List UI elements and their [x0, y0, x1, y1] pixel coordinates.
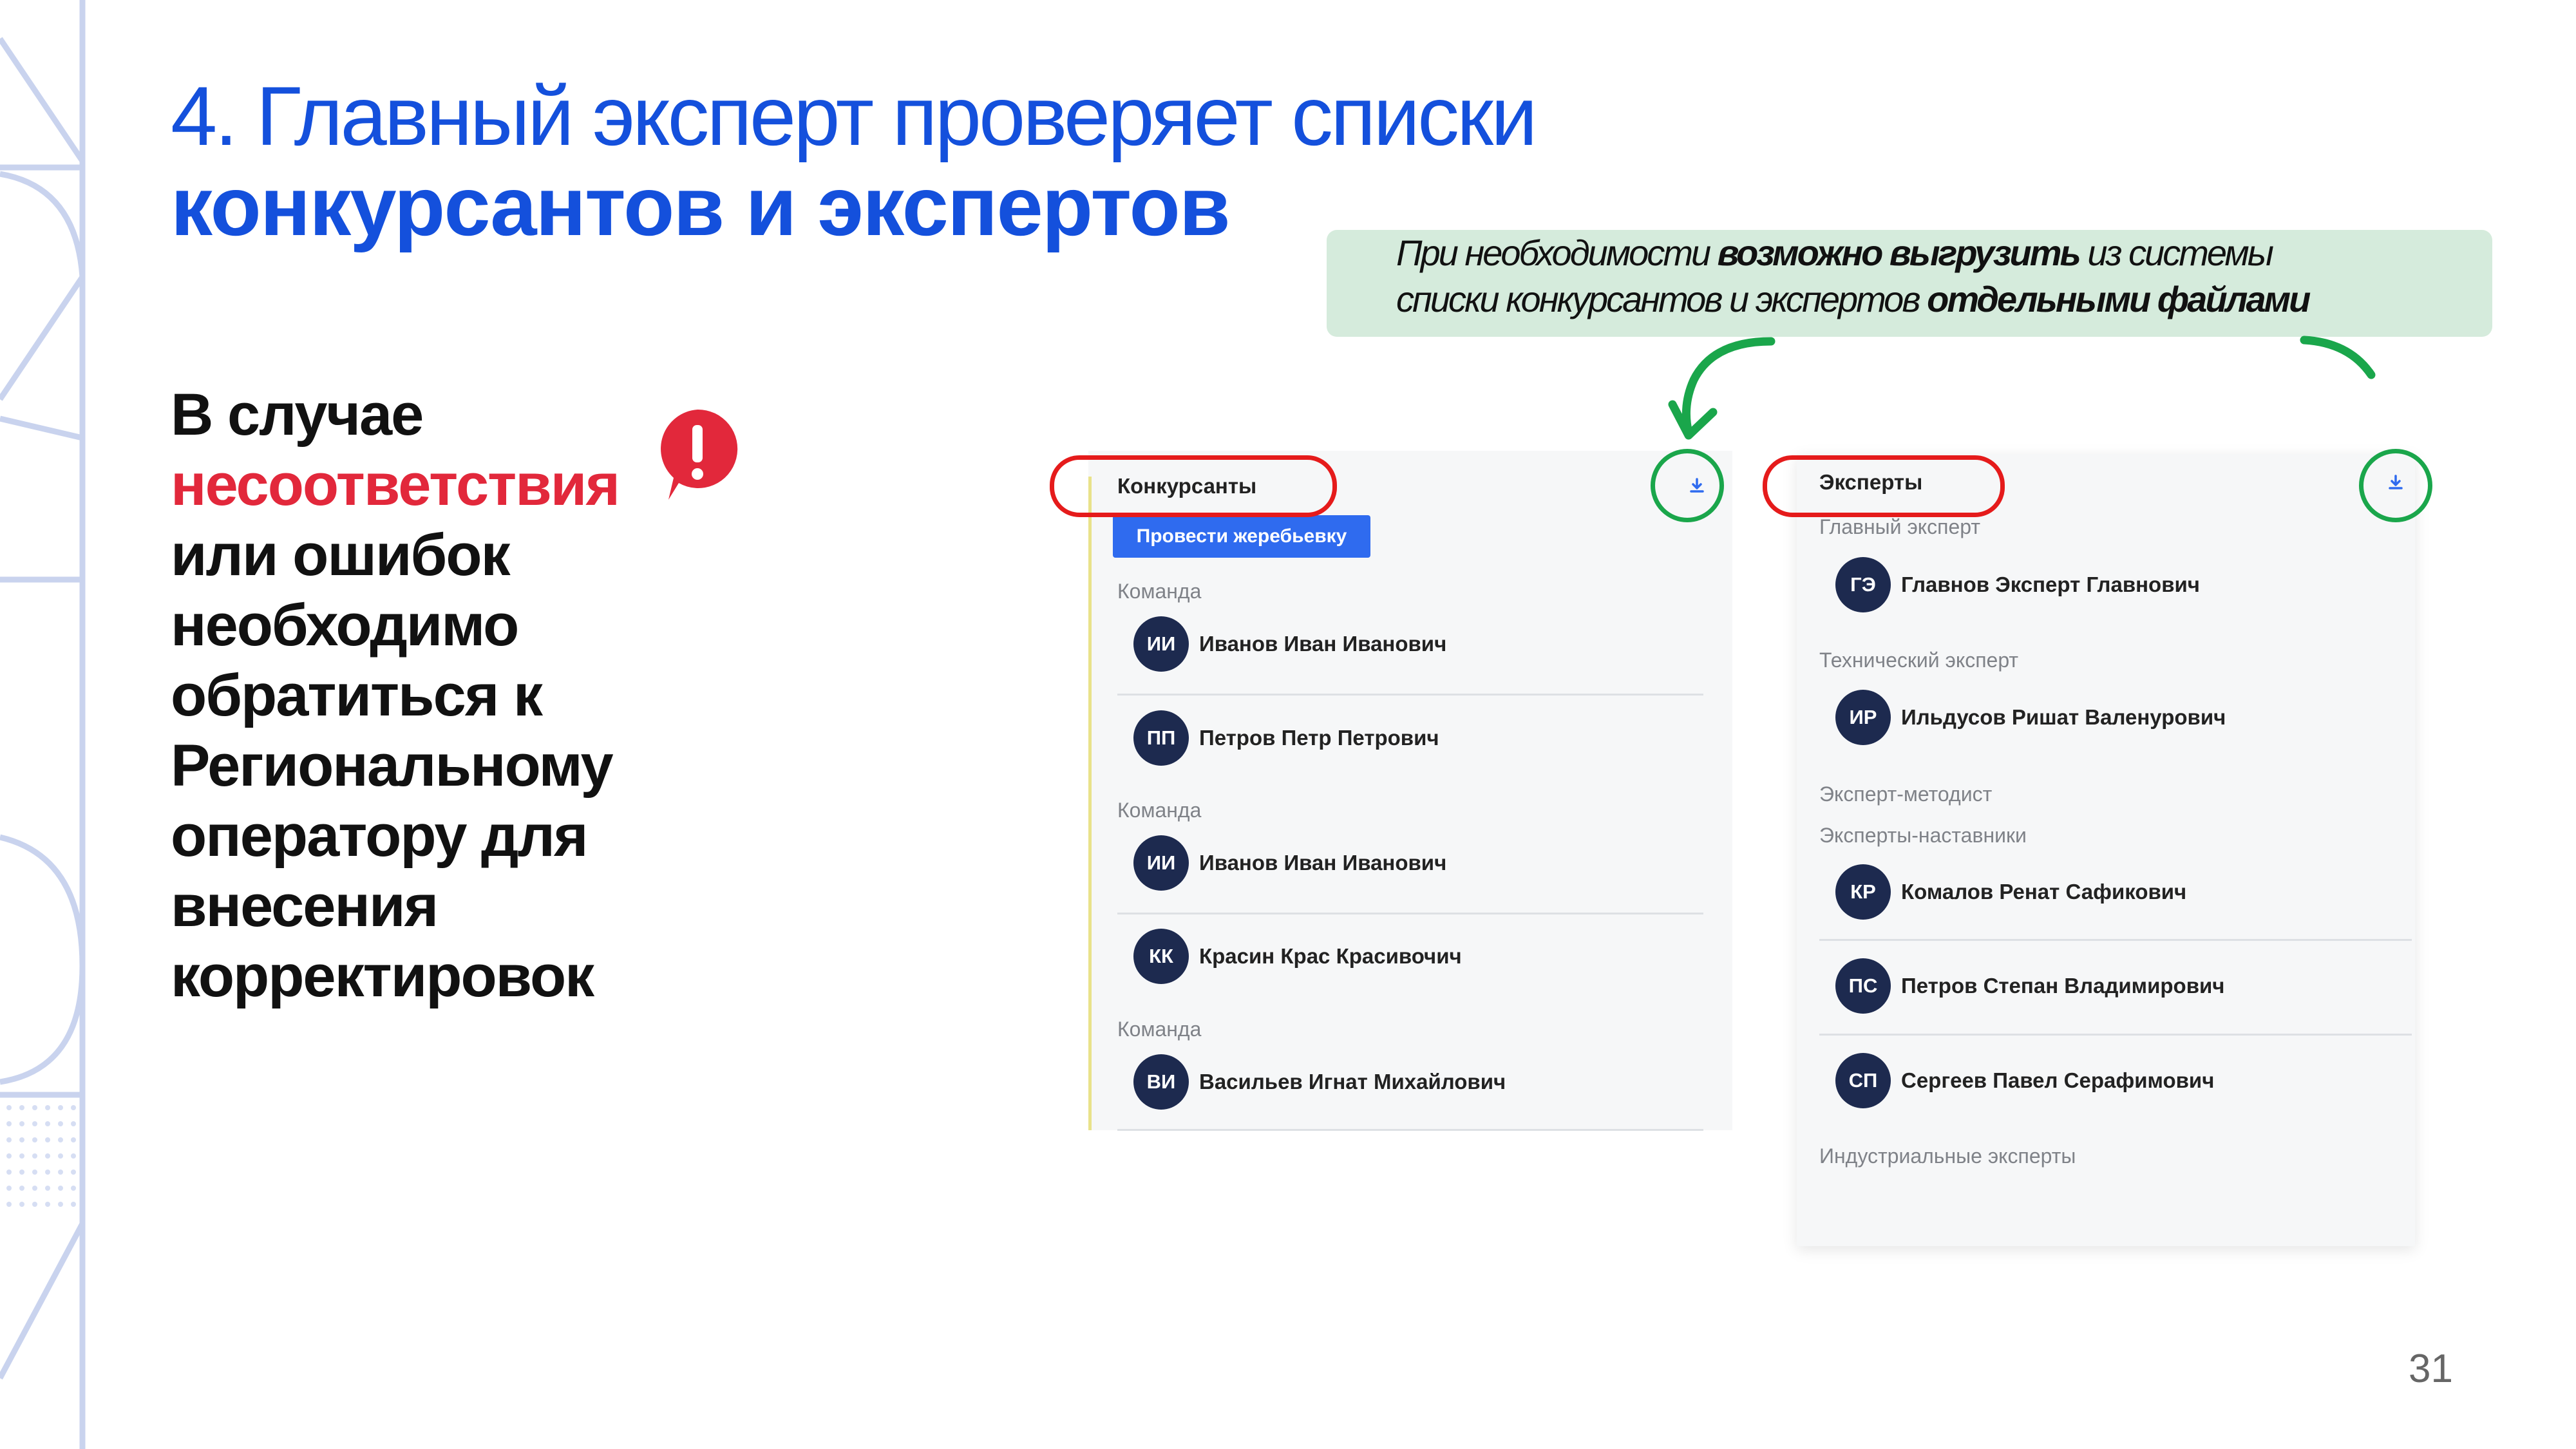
correction-instruction: В случае несоответствия или ошибок необх…	[171, 380, 620, 1012]
team-label: Команда	[1117, 799, 1202, 822]
lead-line: или ошибок	[171, 522, 511, 588]
avatar: ПП	[1133, 710, 1189, 766]
page-number: 31	[2409, 1347, 2453, 1391]
slide-title: 4. Главный эксперт проверяет списки конк…	[171, 69, 1538, 251]
avatar: СП	[1835, 1053, 1891, 1108]
note-text: из системы	[2079, 232, 2274, 273]
divider	[1819, 1034, 2412, 1036]
contestant-name: Иванов Иван Иванович	[1199, 632, 1447, 656]
avatar: ВИ	[1133, 1054, 1189, 1110]
panel-accent-bar	[1088, 477, 1092, 1130]
contestant-name: Васильев Игнат Михайлович	[1199, 1070, 1506, 1094]
experts-download-highlight	[2359, 449, 2432, 522]
expert-name: Главнов Эксперт Главнович	[1901, 573, 2200, 596]
avatar: КР	[1835, 864, 1891, 920]
contestants-download-highlight	[1651, 449, 1724, 522]
decorative-pattern	[0, 0, 86, 1449]
contestant-name: Петров Петр Петрович	[1199, 726, 1439, 750]
export-note-text: При необходимости возможно выгрузить из …	[1396, 230, 2311, 323]
experts-title-highlight	[1763, 455, 2005, 517]
title-line-1: 4. Главный эксперт проверяет списки	[171, 69, 1538, 163]
divider	[1117, 1129, 1703, 1131]
draw-lots-button[interactable]: Провести жеребьевку	[1113, 515, 1370, 558]
lead-line: обратиться к	[171, 663, 543, 728]
note-bold-text: отдельными файлами	[1927, 279, 2311, 319]
avatar: ИИ	[1133, 835, 1189, 891]
tech-expert-label: Технический эксперт	[1819, 649, 2019, 672]
avatar: ИИ	[1133, 616, 1189, 672]
avatar: ПС	[1835, 958, 1891, 1014]
note-text: При необходимости	[1396, 232, 1718, 273]
lead-line: В случае	[171, 382, 424, 448]
expert-name: Сергеев Павел Серафимович	[1901, 1068, 2215, 1092]
note-bold-text: возможно выгрузить	[1717, 232, 2081, 273]
contestants-panel: Конкурсанты Провести жеребьевку Команда …	[1088, 451, 1732, 1131]
exclamation-icon	[661, 409, 738, 500]
contestants-title-highlight	[1050, 455, 1337, 517]
lead-line: корректировок	[171, 943, 594, 1009]
note-text: списки конкурсантов и экспертов	[1396, 279, 1927, 319]
expert-name: Петров Степан Владимирович	[1901, 974, 2225, 998]
methodist-expert-label: Эксперт-методист	[1819, 782, 1993, 806]
lead-line: необходимо	[171, 592, 519, 658]
avatar: ГЭ	[1835, 557, 1891, 612]
contestant-name: Красин Крас Красивочич	[1199, 944, 1462, 968]
team-label: Команда	[1117, 580, 1202, 603]
mentor-experts-label: Эксперты-наставники	[1819, 824, 2027, 847]
contestant-name: Иванов Иван Иванович	[1199, 851, 1447, 875]
avatar: КК	[1133, 929, 1189, 984]
lead-line: Региональному	[171, 733, 614, 799]
expert-name: Ильдусов Ришат Валенурович	[1901, 705, 2226, 729]
industrial-experts-label: Индустриальные эксперты	[1819, 1144, 2076, 1168]
team-label: Команда	[1117, 1018, 1202, 1041]
avatar: ИР	[1835, 690, 1891, 745]
divider	[1117, 913, 1703, 914]
divider	[1117, 694, 1703, 696]
chief-expert-label: Главный эксперт	[1819, 515, 1980, 538]
experts-panel: Эксперты Главный эксперт ГЭ Главнов Эксп…	[1797, 454, 2415, 1246]
export-note: При необходимости возможно выгрузить из …	[1327, 230, 2492, 337]
lead-line-highlight: несоответствия	[171, 452, 620, 518]
divider	[1819, 939, 2412, 941]
lead-line: оператору для	[171, 803, 589, 869]
expert-name: Комалов Ренат Сафикович	[1901, 880, 2187, 904]
lead-line: внесения	[171, 873, 439, 939]
